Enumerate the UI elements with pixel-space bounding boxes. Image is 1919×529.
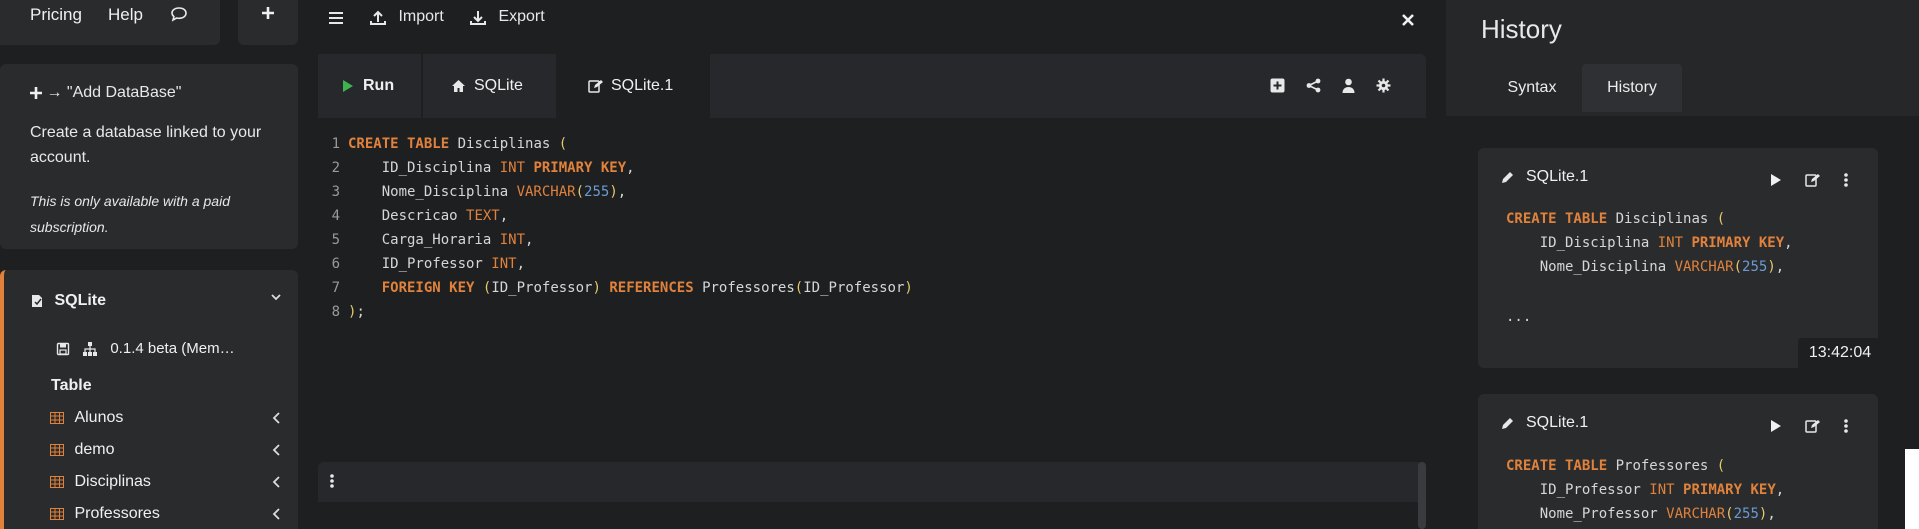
chevron-down-icon[interactable]: [270, 290, 282, 308]
chevron-left-icon[interactable]: [272, 475, 282, 493]
kebab-icon[interactable]: [330, 474, 334, 493]
database-version-row: 0.1.4 beta (Mem…: [56, 340, 235, 357]
plus-icon: [30, 86, 42, 99]
edit-icon: [588, 80, 603, 93]
history-code-line: Nome_Disciplina VARCHAR(255),: [1506, 259, 1785, 275]
gear-icon[interactable]: [1376, 78, 1391, 98]
table-item-alunos[interactable]: Alunos: [50, 409, 123, 427]
comment-icon[interactable]: [170, 6, 188, 27]
kebab-icon[interactable]: [1844, 173, 1848, 191]
database-version: 0.1.4 beta (Mem…: [110, 340, 235, 357]
sitemap-icon[interactable]: [82, 341, 98, 357]
result-scrollbar[interactable]: [1418, 462, 1426, 529]
edit-icon[interactable]: [1805, 419, 1820, 437]
add-database-card: → "Add DataBase" Create a database linke…: [0, 64, 298, 249]
run-label: Run: [363, 77, 395, 94]
run-button[interactable]: Run: [318, 54, 423, 118]
table-name: Disciplinas: [74, 473, 151, 490]
play-icon[interactable]: [1770, 419, 1782, 437]
code-line: 5 Carga_Horaria INT,: [331, 232, 534, 248]
code-line: 3 Nome_Disciplina VARCHAR(255),: [331, 184, 627, 200]
chevron-left-icon[interactable]: [272, 507, 282, 525]
import-button[interactable]: Import: [370, 8, 444, 26]
history-code-line: CREATE TABLE Professores (: [1506, 458, 1726, 474]
result-area: [318, 502, 1426, 529]
export-icon: [470, 10, 486, 25]
sql-editor[interactable]: 1 CREATE TABLE Disciplinas ( 2 ID_Discipl…: [318, 118, 1426, 441]
play-icon[interactable]: [1770, 173, 1782, 191]
pencil-icon: [1500, 171, 1514, 189]
chevron-left-icon[interactable]: [272, 443, 282, 461]
table-name: Professores: [74, 505, 160, 522]
code-line: 4 Descricao TEXT,: [331, 208, 509, 224]
history-ellipsis: ...: [1506, 309, 1532, 325]
home-icon: [452, 80, 465, 92]
code-line: 6 ID_Professor INT,: [331, 256, 526, 272]
table-icon: [50, 443, 64, 456]
history-code-line: ID_Disciplina INT PRIMARY KEY,: [1506, 235, 1793, 251]
table-item-demo[interactable]: demo: [50, 441, 114, 459]
table-icon: [50, 411, 64, 424]
database-panel: SQLite 0.1.4 beta (Mem… Table Alunos dem…: [0, 270, 298, 529]
table-icon: [50, 507, 64, 520]
play-icon: [343, 80, 353, 92]
database-name: SQLite: [54, 292, 107, 309]
editor-tabs: Run SQLite SQLite.1: [318, 54, 1426, 118]
tab-sqlite[interactable]: SQLite: [423, 54, 558, 118]
import-icon: [370, 10, 386, 25]
import-label: Import: [398, 8, 444, 25]
history-code-line: CREATE TABLE Disciplinas (: [1506, 211, 1726, 227]
menu-icon[interactable]: [328, 11, 344, 30]
close-icon[interactable]: [1402, 13, 1414, 31]
add-database-description: Create a database linked to your account…: [30, 124, 262, 166]
tab-sqlite-1[interactable]: SQLite.1: [558, 54, 710, 118]
user-icon[interactable]: [1342, 78, 1355, 98]
code-line: 2 ID_Disciplina INT PRIMARY KEY,: [331, 160, 635, 176]
history-title: History: [1481, 14, 1562, 44]
pencil-icon: [1500, 417, 1514, 435]
plus-icon[interactable]: [261, 6, 275, 25]
history-timestamp: 13:42:04: [1798, 338, 1882, 368]
code-line: 8);: [331, 304, 365, 320]
tab-label: SQLite: [474, 77, 523, 94]
top-nav-bar: Pricing Help: [0, 0, 220, 45]
database-icon: [32, 294, 42, 307]
share-icon[interactable]: [1306, 78, 1321, 98]
table-icon: [50, 475, 64, 488]
table-name: demo: [74, 441, 115, 458]
tab-history[interactable]: History: [1582, 64, 1682, 112]
code-line: 1 CREATE TABLE Disciplinas (: [331, 136, 568, 152]
editor-toolbar: Import Export: [318, 0, 1426, 38]
table-name: Alunos: [74, 409, 124, 426]
export-label: Export: [498, 8, 545, 25]
table-item-professores[interactable]: Professores: [50, 505, 160, 523]
kebab-icon[interactable]: [1844, 419, 1848, 437]
add-box-icon[interactable]: [1270, 78, 1285, 98]
history-entry[interactable]: SQLite.1 CREATE TABLE Disciplinas ( ID_D…: [1478, 148, 1878, 368]
edit-icon[interactable]: [1805, 173, 1820, 191]
history-code-line: Nome_Professor VARCHAR(255),: [1506, 506, 1776, 522]
result-toolbar: [318, 462, 1426, 502]
database-header[interactable]: SQLite: [30, 292, 106, 310]
save-icon[interactable]: [56, 342, 70, 356]
tab-syntax[interactable]: Syntax: [1482, 64, 1582, 112]
page-edge: [1905, 449, 1919, 529]
code-line: 7 FOREIGN KEY (ID_Professor) REFERENCES …: [331, 280, 913, 296]
new-item-box[interactable]: [238, 0, 298, 45]
help-link[interactable]: Help: [108, 5, 143, 25]
history-code-line: ID_Professor INT PRIMARY KEY,: [1506, 482, 1785, 498]
table-item-disciplinas[interactable]: Disciplinas: [50, 473, 151, 491]
subscription-note: This is only available with a paid subsc…: [30, 193, 230, 235]
pricing-link[interactable]: Pricing: [30, 5, 82, 25]
history-entry[interactable]: SQLite.1 CREATE TABLE Professores ( ID_P…: [1478, 394, 1878, 529]
export-button[interactable]: Export: [470, 8, 545, 26]
table-section-label: Table: [51, 377, 92, 394]
add-database-title[interactable]: → "Add DataBase": [46, 84, 181, 101]
history-entry-name: SQLite.1: [1526, 168, 1589, 185]
tab-label: SQLite.1: [611, 77, 674, 94]
chevron-left-icon[interactable]: [272, 411, 282, 429]
history-entry-name: SQLite.1: [1526, 414, 1589, 431]
